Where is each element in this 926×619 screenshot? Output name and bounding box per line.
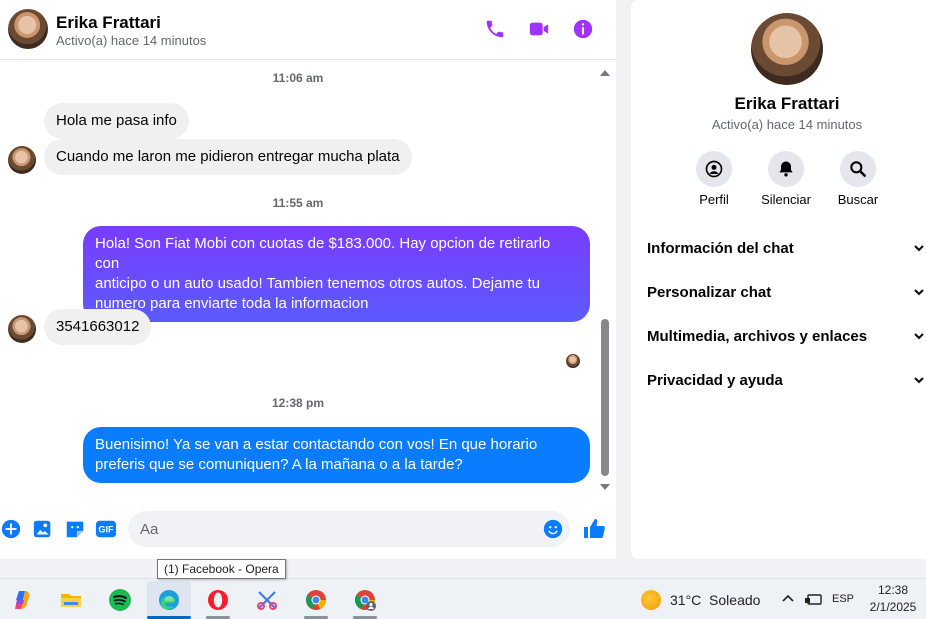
contact-name: Erika Frattari (734, 94, 840, 113)
gif-label: GIF (98, 525, 114, 535)
seen-receipt-avatar (566, 354, 580, 368)
message-list[interactable]: 11:06 am Hola me pasa info Cuando me lar… (0, 61, 600, 495)
taskbar-tooltip: (1) Facebook - Opera (157, 559, 286, 579)
sender-avatar[interactable] (8, 146, 36, 174)
sender-avatar[interactable] (8, 315, 36, 343)
windows-taskbar: 31°C Soleado ESP 12:38 2/1/2025 (0, 578, 926, 619)
emoji-icon[interactable] (542, 518, 564, 540)
video-icon[interactable] (528, 18, 550, 40)
chrome-profile-icon[interactable] (343, 581, 387, 619)
contact-avatar[interactable] (8, 9, 48, 49)
chevron-up-icon[interactable] (781, 592, 795, 606)
message-line: Hola! Son Fiat Mobi con cuotas de $183.0… (95, 235, 551, 272)
clock-time[interactable]: 12:38 (870, 583, 916, 597)
scroll-down-arrow-icon[interactable] (600, 484, 610, 490)
message-input[interactable] (128, 511, 570, 547)
contact-name[interactable]: Erika Frattari (56, 13, 161, 33)
message-scrollbar[interactable] (598, 66, 612, 496)
search-button[interactable]: Buscar (823, 151, 893, 207)
message-bubble-incoming[interactable]: 3541663012 (44, 309, 152, 345)
section-privacy-help[interactable]: Privacidad y ayuda (647, 358, 926, 402)
message-line: preferis que se comuniquen? A la mañana … (95, 456, 463, 473)
message-bubble-outgoing[interactable]: Hola! Son Fiat Mobi con cuotas de $183.0… (83, 226, 590, 322)
mute-button[interactable]: Silenciar (751, 151, 821, 207)
scroll-thumb[interactable] (601, 319, 609, 476)
contact-info-panel: Erika Frattari Activo(a) hace 14 minutos… (631, 0, 926, 559)
composer-bar: GIF (0, 505, 616, 555)
mute-label: Silenciar (761, 192, 811, 207)
chrome-icon[interactable] (294, 581, 338, 619)
section-customize-chat[interactable]: Personalizar chat (647, 270, 926, 314)
contact-status: Activo(a) hace 14 minutos (56, 33, 207, 48)
network-icon[interactable] (804, 592, 822, 606)
plus-icon[interactable] (0, 518, 22, 540)
chevron-down-icon (914, 245, 924, 252)
scroll-up-arrow-icon[interactable] (600, 70, 610, 76)
timestamp: 11:06 am (272, 71, 324, 85)
phone-icon[interactable] (484, 18, 506, 40)
section-label: Personalizar chat (647, 283, 772, 301)
thumbs-up-icon[interactable] (582, 517, 606, 541)
contact-status: Activo(a) hace 14 minutos (711, 117, 863, 132)
profile-label: Perfil (699, 192, 729, 207)
chevron-down-icon (914, 377, 924, 384)
profile-icon (705, 160, 723, 178)
section-label: Privacidad y ayuda (647, 371, 783, 389)
chat-header: Erika Frattari Activo(a) hace 14 minutos (0, 0, 616, 60)
sticker-icon[interactable] (64, 518, 86, 540)
message-bubble-incoming[interactable]: Hola me pasa info (44, 103, 189, 139)
file-explorer-icon[interactable] (49, 581, 93, 619)
photo-icon[interactable] (32, 518, 54, 540)
clock-date[interactable]: 2/1/2025 (866, 600, 920, 614)
bell-icon (779, 161, 793, 177)
message-line: Buenisimo! Ya se van a estar contactando… (95, 436, 538, 453)
opera-icon[interactable] (196, 581, 240, 619)
message-line: anticipo o un auto usado! Tambien tenemo… (95, 275, 540, 292)
message-bubble-outgoing[interactable]: Buenisimo! Ya se van a estar contactando… (83, 427, 590, 483)
info-icon[interactable] (572, 18, 594, 40)
snipping-icon[interactable] (245, 581, 289, 619)
search-label: Buscar (837, 192, 879, 207)
chevron-down-icon (914, 289, 924, 296)
timestamp: 11:55 am (272, 196, 324, 210)
language-indicator[interactable]: ESP (832, 593, 854, 605)
copilot-icon[interactable] (1, 581, 45, 619)
section-label: Información del chat (647, 239, 794, 257)
edge-icon[interactable] (147, 581, 191, 619)
profile-button[interactable]: Perfil (679, 151, 749, 207)
message-bubble-incoming[interactable]: Cuando me laron me pidieron entregar muc… (44, 139, 412, 175)
search-icon (850, 161, 866, 177)
contact-avatar-large[interactable] (751, 13, 823, 85)
timestamp: 12:38 pm (271, 396, 325, 410)
chevron-down-icon (914, 333, 924, 340)
gif-icon[interactable]: GIF (95, 518, 117, 540)
section-media-files[interactable]: Multimedia, archivos y enlaces (647, 314, 926, 358)
sunny-weather-icon[interactable] (641, 590, 661, 610)
section-chat-info[interactable]: Información del chat (647, 226, 926, 270)
message-line: numero para enviarte toda la informacion (95, 295, 369, 312)
spotify-icon[interactable] (98, 581, 142, 619)
chat-panel: Erika Frattari Activo(a) hace 14 minutos… (0, 0, 616, 559)
weather-text[interactable]: 31°C Soleado (670, 592, 760, 608)
section-label: Multimedia, archivos y enlaces (647, 327, 868, 345)
